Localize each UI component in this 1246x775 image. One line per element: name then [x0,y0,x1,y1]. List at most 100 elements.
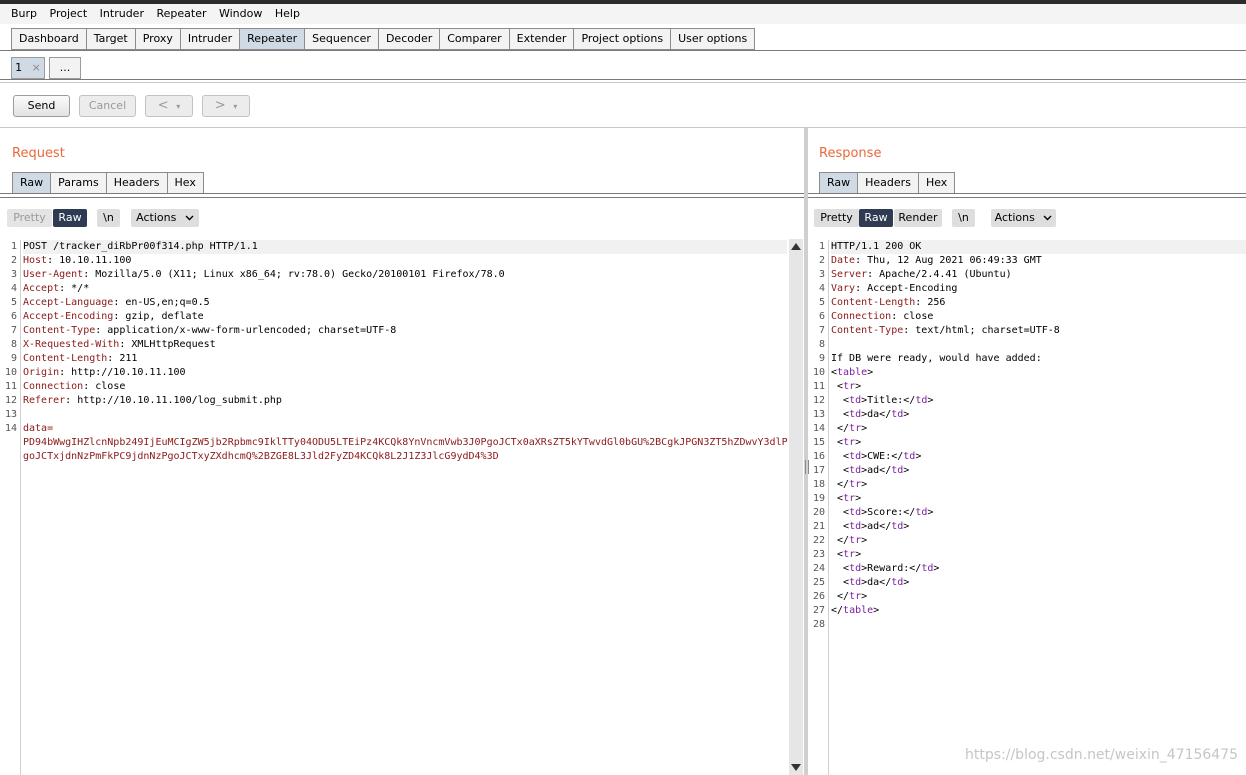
header-value: : en-US,en;q=0.5 [113,297,210,308]
header-value: : 256 [915,297,946,308]
send-button[interactable]: Send [13,95,70,117]
response-newline-toggle[interactable]: \n [952,209,975,227]
tab-comparer[interactable]: Comparer [439,28,509,50]
code-line: <td>Title:</td> [831,394,1246,408]
request-tab-line [0,193,804,194]
punct: > [903,577,910,588]
tab-target[interactable]: Target [85,28,135,50]
header-value: : close [891,311,934,322]
request-scrollbar[interactable] [789,239,803,775]
menu-intruder[interactable]: Intruder [100,4,144,24]
punct: > [903,409,910,420]
response-tab-hex[interactable]: Hex [917,172,956,194]
html-text: >ad</ [861,521,892,532]
html-text: >Title:</ [861,395,916,406]
line-number: 6 [818,311,825,322]
line-number: 28 [812,619,825,630]
response-title: Response [819,146,882,161]
html-tag: td [849,577,862,588]
menu-window[interactable]: Window [219,4,262,24]
tab-intruder[interactable]: Intruder [179,28,240,50]
request-tab-headers[interactable]: Headers [105,172,167,194]
response-tab-headers[interactable]: Headers [857,172,918,194]
request-actions-button[interactable]: Actions [131,209,199,227]
back-arrow-icon: < [157,98,169,113]
request-editor[interactable]: 1 2 3 4 5 6 7 8 9 10 11 12 13 14 POST /tracker_diRbPr… [0,240,789,775]
repeater-tab-1[interactable]: 1 × [11,57,45,79]
code-line: Connection: close [831,310,1246,324]
tab-user-options[interactable]: User options [670,28,756,50]
body-value: PD94bWwgIHZlcnNpb249IjEuMCIgZW5jb2Rpbmc9… [23,437,788,448]
line-number: 26 [812,591,825,602]
html-text: > [867,367,874,378]
line-number: 21 [812,521,825,532]
menu-help[interactable]: Help [275,4,300,24]
line-number: 22 [812,535,825,546]
header-value: POST /tracker_diRbPr00f314.php HTTP/1.1 [23,241,258,252]
request-pretty-toggle[interactable]: Pretty [7,209,52,227]
header-name: Content-Type [831,325,904,336]
header-value: : Thu, 12 Aug 2021 06:49:33 GMT [855,255,1042,266]
request-tab-raw[interactable]: Raw [12,172,51,194]
tab-sequencer[interactable]: Sequencer [304,28,378,50]
header-name: Content-Length [23,353,108,364]
code-line: Accept: */* [23,282,788,296]
html-text: > [861,423,868,434]
html-tag: td [849,521,862,532]
response-raw-toggle[interactable]: Raw [859,209,893,227]
punct: </ [837,535,850,546]
response-editor[interactable]: 1 2 3 4 5 6 7 8 9 10 11 12 13 14 15 16 17 18 19 20 21 22 23 24 2… [808,240,1246,775]
tab-project-options[interactable]: Project options [573,28,671,50]
menu-burp[interactable]: Burp [11,4,37,24]
tab-dashboard[interactable]: Dashboard [11,28,86,50]
code-line: <td>Score:</td> [831,506,1246,520]
close-icon[interactable]: × [32,61,41,74]
request-tab-hex[interactable]: Hex [166,172,204,194]
tab-decoder[interactable]: Decoder [377,28,440,50]
line-number: 8 [10,339,17,350]
html-text: >ad</ [861,465,892,476]
scroll-down-icon[interactable] [791,764,801,771]
line-number: 8 [818,339,825,350]
request-newline-toggle[interactable]: \n [97,209,120,227]
forward-button[interactable]: > ▾ [202,95,250,117]
code-line: <td>ad</td> [831,464,1246,478]
menu-project[interactable]: Project [50,4,88,24]
response-render-toggle[interactable]: Render [894,209,942,227]
html-tag: table [843,605,874,616]
code-line: <tr> [831,492,1246,506]
request-line-numbers: 1 2 3 4 5 6 7 8 9 10 11 12 13 14 [0,240,21,775]
html-tag: td [891,577,904,588]
punct: </ [837,423,850,434]
response-actions-button[interactable]: Actions [991,209,1056,227]
response-pretty-toggle[interactable]: Pretty [814,209,859,227]
html-text: > [855,437,862,448]
html-tag: tr [843,437,856,448]
response-tab-raw[interactable]: Raw [819,172,858,194]
html-text: >Reward:</ [861,563,922,574]
header-name: User-Agent [23,269,84,280]
menu-repeater[interactable]: Repeater [156,4,206,24]
new-tab-button[interactable]: ... [49,57,81,79]
code-line: POST /tracker_diRbPr00f314.php HTTP/1.1 [23,240,787,254]
chevron-down-icon [185,209,194,227]
request-raw-toggle[interactable]: Raw [53,209,87,227]
line-number: 13 [812,409,825,420]
punct: > [933,563,940,574]
header-name: Connection [23,381,84,392]
code-line: Accept-Encoding: gzip, deflate [23,310,788,324]
tab-proxy[interactable]: Proxy [134,28,180,50]
tab-repeater[interactable]: Repeater [239,28,305,50]
body-value: goJCTxjdnNzPmFkPC9jdnNzPgoJCTxyZXdhcmQ%2… [23,451,499,462]
line-number: 17 [812,465,825,476]
line-number: 7 [818,325,825,336]
cancel-button[interactable]: Cancel [79,95,136,117]
html-text: > [855,549,862,560]
back-button[interactable]: < ▾ [145,95,193,117]
request-tab-params[interactable]: Params [50,172,106,194]
tab-extender[interactable]: Extender [508,28,574,50]
scroll-up-icon[interactable] [791,243,801,250]
line-number: 12 [812,395,825,406]
